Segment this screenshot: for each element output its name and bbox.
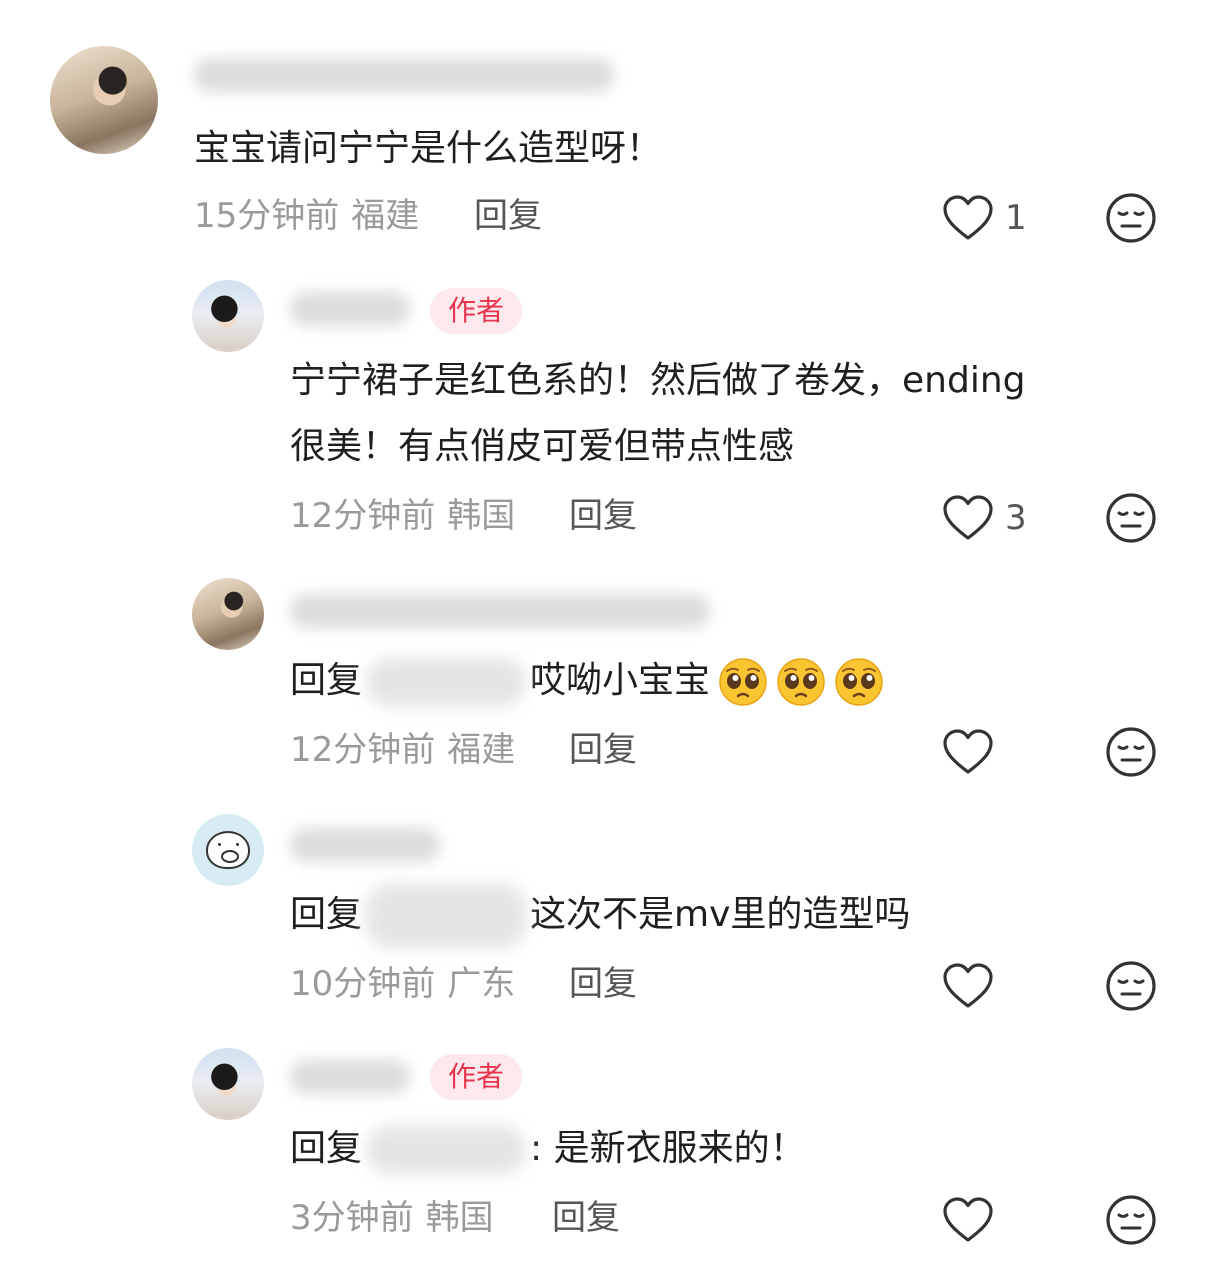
username-blurred[interactable]: [290, 1060, 410, 1094]
heart-outline-icon[interactable]: [942, 494, 994, 542]
comment-text: 回复 这次不是mv里的造型吗: [290, 882, 910, 948]
neutral-face-icon[interactable]: [1105, 192, 1157, 244]
pleading-face-emoji: [834, 657, 884, 707]
mentioned-user-blurred[interactable]: [366, 884, 527, 948]
heart-outline-icon[interactable]: [942, 194, 994, 242]
neutral-face-icon[interactable]: [1105, 726, 1157, 778]
reply-button[interactable]: 回复: [552, 1198, 620, 1238]
username-blurred[interactable]: [290, 292, 410, 326]
comment-meta: 10分钟前 广东: [290, 964, 515, 1004]
avatar[interactable]: [192, 578, 264, 650]
comment-body: 这次不是mv里的造型吗: [530, 894, 911, 935]
reply-prefix: 回复: [290, 894, 363, 935]
heart-outline-icon[interactable]: [942, 728, 994, 776]
comment-location: 福建: [351, 196, 420, 236]
username-blurred[interactable]: [290, 594, 710, 628]
comment-meta: 12分钟前 韩国: [290, 496, 515, 536]
comment-text-line: 宁宁裙子是红色系的！然后做了卷发，ending: [290, 360, 1026, 401]
comment-time: 3分钟前: [290, 1198, 414, 1238]
heart-outline-icon[interactable]: [942, 1196, 994, 1244]
comment-meta: 3分钟前 韩国: [290, 1198, 494, 1238]
comment-time: 15分钟前: [194, 196, 340, 236]
reply-button[interactable]: 回复: [569, 730, 637, 770]
username-blurred[interactable]: [194, 58, 614, 92]
pleading-face-emoji: [776, 657, 826, 707]
author-badge: 作者: [430, 288, 523, 334]
neutral-face-icon[interactable]: [1105, 492, 1157, 544]
neutral-face-icon[interactable]: [1105, 960, 1157, 1012]
pleading-face-emoji: [718, 657, 768, 707]
avatar[interactable]: [50, 46, 158, 154]
mentioned-user-blurred[interactable]: [366, 1126, 527, 1174]
comment-meta: 12分钟前 福建: [290, 730, 515, 770]
comment-text: 回复 : 是新衣服来的！: [290, 1116, 806, 1182]
comment-location: 韩国: [425, 1198, 494, 1238]
mentioned-user-blurred[interactable]: [366, 658, 527, 706]
reply-button[interactable]: 回复: [569, 496, 637, 536]
comment-location: 韩国: [447, 496, 516, 536]
comment-text: 宝宝请问宁宁是什么造型呀！: [194, 128, 663, 169]
comment-text: 回复 哎呦小宝宝: [290, 648, 884, 714]
avatar[interactable]: [192, 1048, 264, 1120]
avatar[interactable]: [192, 814, 264, 886]
comment-time: 10分钟前: [290, 964, 436, 1004]
comment-location: 福建: [447, 730, 516, 770]
avatar[interactable]: [192, 280, 264, 352]
username-blurred[interactable]: [290, 828, 440, 862]
reply-prefix: 回复: [290, 660, 363, 701]
comment-time: 12分钟前: [290, 730, 436, 770]
heart-outline-icon[interactable]: [942, 962, 994, 1010]
reply-prefix: 回复: [290, 1128, 363, 1169]
comment-text-line: 很美！有点俏皮可爱但带点性感: [290, 426, 795, 467]
comment-text: 宁宁裙子是红色系的！然后做了卷发，ending 很美！有点俏皮可爱但带点性感: [290, 348, 1026, 480]
like-count: 3: [1005, 498, 1027, 538]
like-count: 1: [1005, 198, 1027, 238]
neutral-face-icon[interactable]: [1105, 1194, 1157, 1246]
comment-time: 12分钟前: [290, 496, 436, 536]
comment-location: 广东: [447, 964, 516, 1004]
pig-icon: [206, 831, 250, 869]
reply-button[interactable]: 回复: [569, 964, 637, 1004]
comment-meta: 15分钟前 福建: [194, 196, 419, 236]
reply-button[interactable]: 回复: [474, 196, 542, 236]
comment-body: : 是新衣服来的！: [530, 1128, 806, 1169]
comment-body: 哎呦小宝宝: [530, 660, 711, 701]
author-badge: 作者: [430, 1054, 523, 1100]
